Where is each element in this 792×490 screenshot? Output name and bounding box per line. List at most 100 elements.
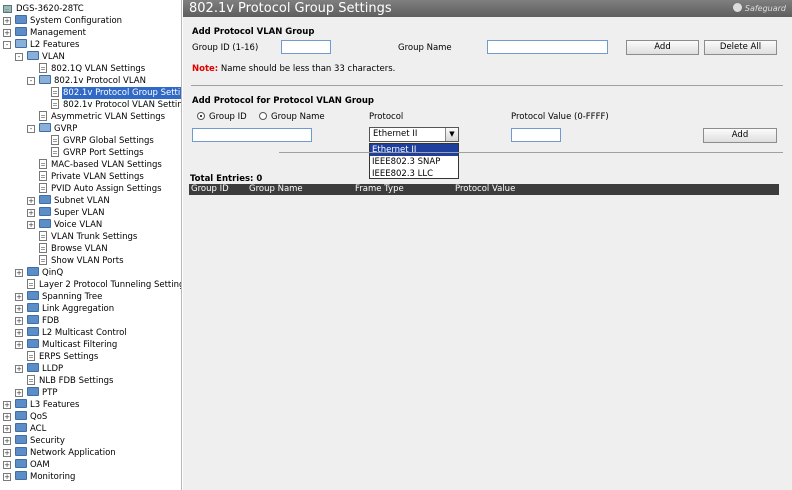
folder-icon bbox=[27, 303, 39, 312]
tree-item[interactable]: Browse VLAN bbox=[39, 243, 109, 255]
folder-icon bbox=[15, 471, 27, 480]
expand-icon[interactable]: + bbox=[15, 293, 23, 301]
tree-item[interactable]: Asymmetric VLAN Settings bbox=[39, 111, 166, 123]
tree-item[interactable]: Layer 2 Protocol Tunneling Settings bbox=[27, 279, 181, 291]
tree-item-label: FDB bbox=[42, 316, 60, 326]
radio-group-id-button[interactable] bbox=[197, 112, 205, 120]
tree-item-label: 802.1Q VLAN Settings bbox=[51, 64, 146, 74]
expand-icon[interactable]: + bbox=[15, 365, 23, 373]
tree-item-label: Subnet VLAN bbox=[54, 196, 110, 206]
page-icon bbox=[27, 279, 35, 289]
tree-item-label: Browse VLAN bbox=[51, 244, 108, 254]
protocol-select[interactable]: Ethernet II ▼ bbox=[369, 127, 459, 142]
tree-item[interactable]: + Subnet VLAN bbox=[27, 195, 111, 207]
tree-item[interactable]: ERPS Settings bbox=[27, 351, 99, 363]
tree-item[interactable]: + QoS bbox=[3, 411, 48, 423]
tree-item[interactable]: + L2 Multicast Control bbox=[15, 327, 128, 339]
tree-item[interactable]: + Security bbox=[3, 435, 66, 447]
delete-all-button[interactable]: Delete All bbox=[704, 40, 777, 55]
column-header: Group Name bbox=[249, 184, 303, 194]
group-add-button[interactable]: Add bbox=[626, 40, 699, 55]
protocol-option[interactable]: IEEE802.3 LLC bbox=[370, 168, 458, 180]
protocol-value-label: Protocol Value (0-FFFF) bbox=[511, 112, 609, 122]
expand-icon[interactable]: + bbox=[3, 437, 11, 445]
tree-item[interactable]: + ACL bbox=[3, 423, 47, 435]
radio-group-id[interactable]: Group ID bbox=[197, 112, 247, 122]
expand-icon[interactable]: + bbox=[3, 449, 11, 457]
tree-item[interactable]: GVRP Global Settings bbox=[51, 135, 155, 147]
tree-item[interactable]: 802.1v Protocol VLAN Settings bbox=[51, 99, 181, 111]
expand-icon[interactable]: + bbox=[3, 473, 11, 481]
expand-icon[interactable]: + bbox=[27, 197, 35, 205]
expand-icon[interactable]: + bbox=[15, 269, 23, 277]
folder-icon bbox=[15, 399, 27, 408]
tree-item[interactable]: - VLAN bbox=[15, 51, 66, 63]
expand-icon[interactable]: + bbox=[15, 341, 23, 349]
tree-item[interactable]: + L3 Features bbox=[3, 399, 80, 411]
expand-icon[interactable]: + bbox=[15, 305, 23, 313]
expand-icon[interactable]: + bbox=[15, 329, 23, 337]
tree-item-label: Spanning Tree bbox=[42, 292, 103, 302]
page-icon bbox=[39, 231, 47, 241]
tree-item[interactable]: GVRP Port Settings bbox=[51, 147, 145, 159]
tree-item[interactable]: 802.1Q VLAN Settings bbox=[39, 63, 146, 75]
tree-item[interactable]: + Management bbox=[3, 27, 87, 39]
radio-group-name[interactable]: Group Name bbox=[259, 112, 325, 122]
tree-item[interactable]: MAC-based VLAN Settings bbox=[39, 159, 163, 171]
tree-item[interactable]: Show VLAN Ports bbox=[39, 255, 125, 267]
tree-item[interactable]: + PTP bbox=[15, 387, 58, 399]
tree-item-label: Show VLAN Ports bbox=[51, 256, 124, 266]
tree-item-label: NLB FDB Settings bbox=[39, 376, 114, 386]
protocol-add-button[interactable]: Add bbox=[703, 128, 777, 143]
tree-item-label: Management bbox=[30, 28, 86, 38]
tree-item[interactable]: + Spanning Tree bbox=[15, 291, 103, 303]
tree-item[interactable]: NLB FDB Settings bbox=[27, 375, 114, 387]
tree-item[interactable]: VLAN Trunk Settings bbox=[39, 231, 138, 243]
protocol-option[interactable]: Ethernet II bbox=[370, 144, 458, 156]
page-icon bbox=[39, 243, 47, 253]
tree-item[interactable]: + System Configuration bbox=[3, 15, 123, 27]
group-name-input[interactable] bbox=[487, 40, 608, 54]
page-icon bbox=[39, 171, 47, 181]
protocol-value-input[interactable] bbox=[511, 128, 561, 142]
expand-icon[interactable]: + bbox=[3, 401, 11, 409]
tree-item[interactable]: + QinQ bbox=[15, 267, 64, 279]
expand-icon[interactable]: + bbox=[27, 221, 35, 229]
protocol-option[interactable]: IEEE802.3 SNAP bbox=[370, 156, 458, 168]
expand-icon[interactable]: + bbox=[27, 209, 35, 217]
expand-icon[interactable]: + bbox=[15, 389, 23, 397]
collapse-icon[interactable]: - bbox=[27, 77, 35, 85]
expand-icon[interactable]: + bbox=[3, 17, 11, 25]
expand-icon[interactable]: + bbox=[15, 317, 23, 325]
tree-item[interactable]: + Link Aggregation bbox=[15, 303, 115, 315]
group-id-input[interactable] bbox=[281, 40, 331, 54]
tree-item[interactable]: 802.1v Protocol Group Settings bbox=[51, 87, 181, 99]
tree-item[interactable]: PVID Auto Assign Settings bbox=[39, 183, 163, 195]
expand-icon[interactable]: + bbox=[3, 29, 11, 37]
collapse-icon[interactable]: - bbox=[27, 125, 35, 133]
expand-icon[interactable]: + bbox=[3, 461, 11, 469]
radio-group-name-button[interactable] bbox=[259, 112, 267, 120]
chevron-down-icon[interactable]: ▼ bbox=[445, 128, 458, 141]
tree-item[interactable]: + Network Application bbox=[3, 447, 117, 459]
tree-item-label: Monitoring bbox=[30, 472, 76, 482]
tree-root[interactable]: DGS-3620-28TC bbox=[3, 3, 85, 15]
expand-icon[interactable]: + bbox=[3, 413, 11, 421]
collapse-icon[interactable]: - bbox=[15, 53, 23, 61]
tree-item[interactable]: - L2 Features bbox=[3, 39, 80, 51]
radio-group-id-label: Group ID bbox=[209, 112, 247, 122]
tree-item[interactable]: + Monitoring bbox=[3, 471, 76, 483]
collapse-icon[interactable]: - bbox=[3, 41, 11, 49]
tree-item[interactable]: + Super VLAN bbox=[27, 207, 106, 219]
tree-item[interactable]: + FDB bbox=[15, 315, 60, 327]
group-input[interactable] bbox=[192, 128, 312, 142]
protocol-dropdown-list: Ethernet II IEEE802.3 SNAP IEEE802.3 LLC bbox=[369, 143, 459, 179]
tree-item[interactable]: Private VLAN Settings bbox=[39, 171, 145, 183]
tree-item[interactable]: + LLDP bbox=[15, 363, 64, 375]
tree-item[interactable]: + OAM bbox=[3, 459, 51, 471]
tree-item[interactable]: - GVRP bbox=[27, 123, 78, 135]
tree-item[interactable]: - 802.1v Protocol VLAN bbox=[27, 75, 147, 87]
expand-icon[interactable]: + bbox=[3, 425, 11, 433]
tree-item[interactable]: + Multicast Filtering bbox=[15, 339, 118, 351]
tree-item[interactable]: + Voice VLAN bbox=[27, 219, 103, 231]
